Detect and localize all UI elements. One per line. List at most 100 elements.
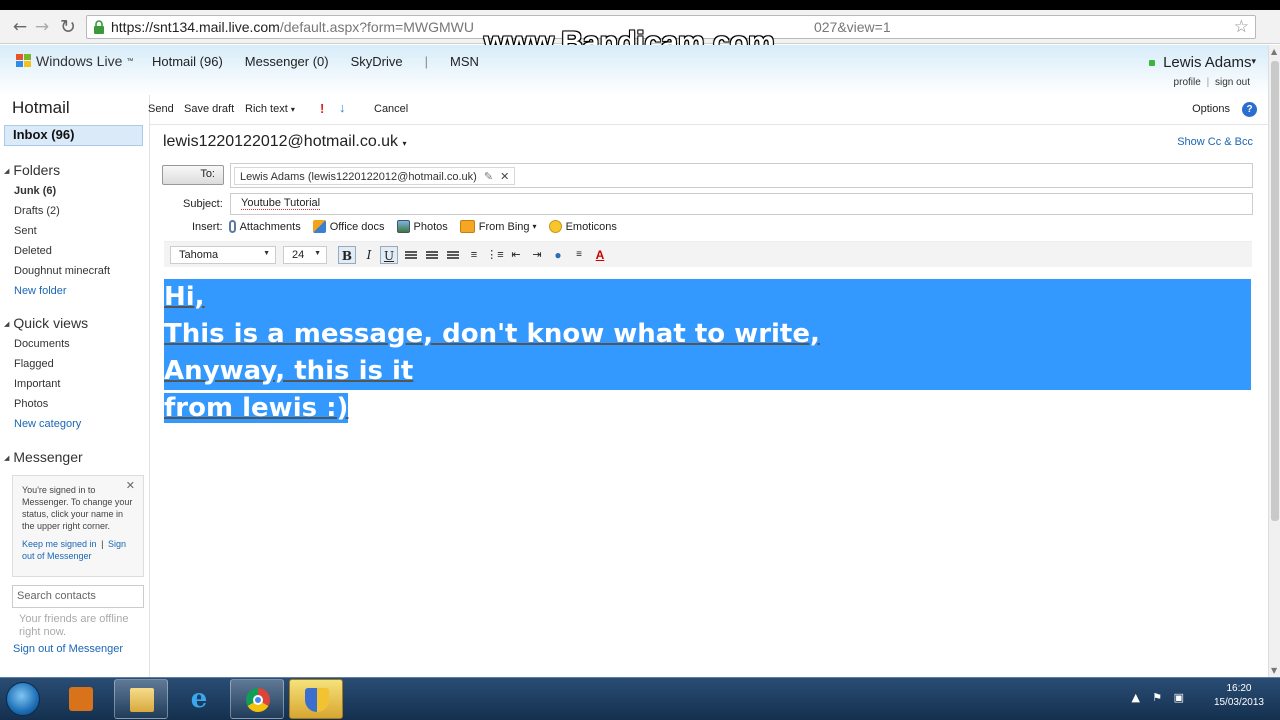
nav-hotmail[interactable]: Hotmail (96) [152,54,223,69]
bold-button[interactable]: B [338,246,356,264]
taskbar-security-center[interactable] [289,679,343,719]
numbered-list-icon[interactable]: ≡ [465,246,483,264]
lock-icon [94,20,104,34]
remove-recipient-icon[interactable]: ✕ [500,171,509,183]
profile-link[interactable]: profile [1174,77,1201,88]
subject-input[interactable]: Youtube Tutorial [230,193,1253,215]
sidebar-item-sent[interactable]: Sent [14,225,37,237]
low-importance-icon[interactable]: ↓ [339,100,346,115]
sidebar-item-inbox[interactable]: Inbox (96) [4,125,143,146]
media-player-icon [69,687,93,711]
sign-out-messenger-link[interactable]: Sign out of Messenger [13,643,123,655]
font-select[interactable]: Tahoma ▼ [170,246,276,264]
messenger-heading[interactable]: Messenger [4,449,82,465]
outdent-icon[interactable]: ⇤ [507,246,525,264]
sidebar-item-flagged[interactable]: Flagged [14,358,54,370]
recipient-chip[interactable]: Lewis Adams (lewis1220122012@hotmail.co.… [234,167,516,185]
show-hidden-icons[interactable]: ▲ [1132,691,1140,704]
reload-icon[interactable]: ↻ [58,17,78,37]
compose-toolbar: Send Save draft Rich text ▾ ! ↓ Cancel O… [148,95,1268,125]
chrome-icon [246,688,270,712]
underline-button[interactable]: U [380,246,398,264]
from-address[interactable]: lewis1220122012@hotmail.co.uk ▾ [163,133,407,151]
back-arrow-icon[interactable]: ← [10,17,30,37]
window-top-edge [0,0,1280,10]
nav-msn[interactable]: MSN [450,54,479,69]
font-color-icon[interactable]: A [591,246,609,264]
sidebar-item-photos[interactable]: Photos [14,398,48,410]
save-draft-button[interactable]: Save draft [184,103,234,115]
sidebar-title[interactable]: Hotmail [12,98,70,118]
online-status-icon [1149,60,1156,67]
link-globe-icon[interactable]: ● [549,246,567,264]
sidebar-item-drafts[interactable]: Drafts (2) [14,205,60,217]
scroll-down-icon[interactable]: ▼ [1271,666,1277,675]
indent-icon[interactable]: ⇥ [528,246,546,264]
page-scrollbar[interactable]: ▲ ▼ [1268,45,1280,677]
new-category-link[interactable]: New category [14,418,81,430]
bulleted-list-icon[interactable]: ⋮≡ [486,246,504,264]
to-field[interactable]: Lewis Adams (lewis1220122012@hotmail.co.… [230,163,1253,188]
url-path: /default.aspx?form=MWGMWU [279,19,474,35]
action-center-flag-icon[interactable]: ⚑ [1152,691,1162,704]
start-button[interactable] [6,682,40,716]
show-cc-bcc-link[interactable]: Show Cc & Bcc [1177,136,1253,148]
search-contacts-input[interactable]: Search contacts [12,585,144,608]
messenger-notice-text: You're signed in to Messenger. To change… [22,485,133,531]
align-left-icon[interactable] [402,246,420,264]
chrome-icon-center [253,695,263,705]
sidebar-item-documents[interactable]: Documents [14,338,70,350]
options-button[interactable]: Options [1192,103,1230,115]
insert-photos[interactable]: Photos [396,220,448,233]
scroll-thumb[interactable] [1271,61,1279,521]
network-icon[interactable]: ▣ [1174,691,1184,704]
keep-signed-in-link[interactable]: Keep me signed in [22,539,97,549]
chevron-down-icon: ▼ [314,250,321,257]
message-body[interactable]: Hi, This is a message, don't know what t… [164,279,1251,427]
sidebar-item-important[interactable]: Important [14,378,60,390]
clock[interactable]: 16:20 15/03/2013 [1214,682,1264,710]
forward-arrow-icon[interactable]: → [32,17,52,37]
align-right-icon[interactable] [444,246,462,264]
quick-views-heading[interactable]: Quick views [4,315,88,331]
sidebar: Hotmail Inbox (96) Folders Junk (6) Draf… [0,95,150,677]
insert-office-docs[interactable]: Office docs [312,220,385,233]
sidebar-item-deleted[interactable]: Deleted [14,245,52,257]
help-icon[interactable]: ? [1242,102,1257,117]
insert-label: Insert: [192,220,223,233]
nav-skydrive[interactable]: SkyDrive [351,54,403,69]
taskbar-explorer[interactable] [114,679,168,719]
italic-button[interactable]: I [360,246,378,264]
insert-emoticons[interactable]: Emoticons [548,220,617,233]
sidebar-item-junk[interactable]: Junk (6) [14,185,56,197]
insert-attachments-label: Attachments [239,220,301,233]
taskbar-chrome[interactable] [230,679,284,719]
user-links: profile | sign out [1174,77,1250,88]
user-menu[interactable]: Lewis Adams▾ [1149,54,1256,71]
windows-live-logo[interactable]: Windows Live ™ [16,53,133,69]
cancel-button[interactable]: Cancel [374,103,408,115]
rich-text-button[interactable]: Rich text ▾ [245,103,295,115]
new-folder-link[interactable]: New folder [14,285,67,297]
high-importance-icon[interactable]: ! [320,101,324,116]
insert-from-bing[interactable]: From Bing ▾ [459,220,537,233]
align-center-icon[interactable] [423,246,441,264]
sign-out-link[interactable]: sign out [1215,77,1250,88]
body-line-3: Anyway, this is it [164,356,414,386]
office-docs-icon [312,220,326,233]
edit-pencil-icon[interactable]: ✎ [484,171,493,183]
font-size-select[interactable]: 24 ▼ [283,246,327,264]
folders-heading[interactable]: Folders [4,162,60,178]
taskbar-internet-explorer[interactable]: e [172,679,226,719]
taskbar-media-player[interactable] [54,679,108,719]
bookmark-star-icon[interactable]: ☆ [1234,17,1249,37]
close-icon[interactable]: ✕ [126,480,135,492]
insert-attachments[interactable]: Attachments [228,220,301,233]
subject-text: Youtube Tutorial [241,197,321,210]
scroll-up-icon[interactable]: ▲ [1271,47,1277,56]
to-button[interactable]: To: [162,165,224,185]
nav-messenger[interactable]: Messenger (0) [245,54,329,69]
send-button[interactable]: Send [148,103,174,115]
highlight-icon[interactable]: ≡ [570,246,588,264]
sidebar-item-doughnut-minecraft[interactable]: Doughnut minecraft [14,265,110,277]
